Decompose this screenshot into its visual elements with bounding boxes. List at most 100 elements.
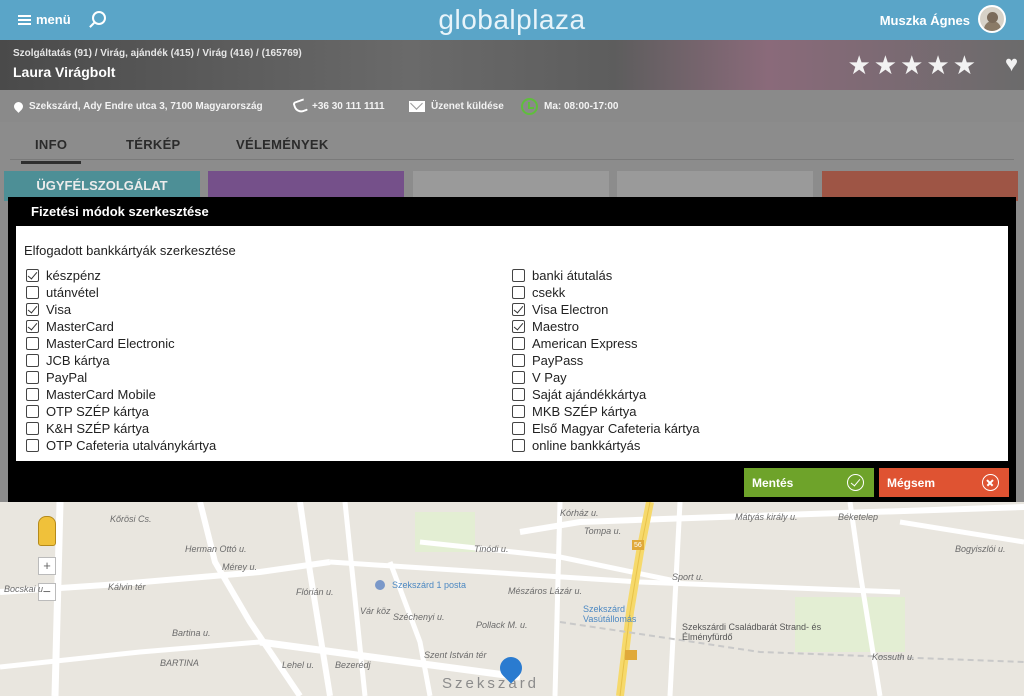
payment-option-label: MasterCard (46, 319, 114, 334)
payment-option[interactable]: MasterCard (26, 318, 114, 335)
payment-option-label: készpénz (46, 268, 101, 283)
star-icon[interactable]: ★ (900, 52, 923, 78)
checkbox-unchecked[interactable] (512, 405, 525, 418)
phone-text: +36 30 111 1111 (312, 100, 385, 112)
payment-option[interactable]: Első Magyar Cafeteria kártya (512, 420, 700, 437)
map-label: Mészáros Lázár u. (508, 586, 583, 596)
payment-option[interactable]: Visa Electron (512, 301, 608, 318)
user-name[interactable]: Muszka Ágnes (880, 13, 970, 28)
payment-option-label: Visa (46, 302, 72, 317)
map-label: Lehel u. (282, 660, 315, 670)
payment-option[interactable]: OTP Cafeteria utalványkártya (26, 437, 216, 454)
modal-body: Elfogadott bankkártyák szerkesztése kész… (16, 226, 1008, 461)
payment-option[interactable]: OTP SZÉP kártya (26, 403, 149, 420)
cancel-label: Mégsem (887, 475, 936, 490)
checkbox-unchecked[interactable] (26, 439, 39, 452)
payment-option[interactable]: utánvétel (26, 284, 99, 301)
checkbox-unchecked[interactable] (26, 371, 39, 384)
section-label: Elfogadott bankkártyák szerkesztése (24, 243, 236, 258)
checkbox-unchecked[interactable] (26, 405, 39, 418)
map-label: BARTINA (160, 658, 199, 668)
payment-option[interactable]: PayPass (512, 352, 583, 369)
star-icon[interactable]: ★ (953, 52, 976, 78)
brand-logo[interactable]: globalplaza (0, 4, 1024, 36)
checkbox-unchecked[interactable] (26, 422, 39, 435)
phone-item[interactable]: +36 30 111 1111 (292, 90, 385, 122)
payment-option[interactable]: banki átutalás (512, 267, 612, 284)
payment-option-label: Első Magyar Cafeteria kártya (532, 421, 700, 436)
checkbox-unchecked[interactable] (512, 337, 525, 350)
checkbox-checked[interactable] (512, 320, 525, 333)
tab-reviews[interactable]: VÉLEMÉNYEK (236, 137, 329, 152)
map-label: Szent István tér (424, 650, 487, 660)
save-button[interactable]: Mentés (744, 468, 874, 497)
rating-stars[interactable]: ★ ★ ★ ★ ★ (847, 52, 976, 78)
post-office-label[interactable]: Szekszárd 1 posta (392, 580, 466, 590)
payment-option[interactable]: K&H SZÉP kártya (26, 420, 149, 437)
payment-option-label: K&H SZÉP kártya (46, 421, 150, 436)
mail-icon (409, 100, 425, 112)
payment-option[interactable]: V Pay (512, 369, 567, 386)
checkbox-unchecked[interactable] (26, 337, 39, 350)
spa-label[interactable]: Szekszárdi Családbarát Strand- és Élmény… (682, 622, 832, 642)
payment-option[interactable]: online bankkártyás (512, 437, 640, 454)
payment-option[interactable]: MasterCard Electronic (26, 335, 175, 352)
avatar[interactable] (978, 5, 1006, 33)
checkbox-unchecked[interactable] (512, 439, 525, 452)
map-label: Mátyás király u. (735, 512, 798, 522)
breadcrumb[interactable]: Szolgáltatás (91) / Virág, ajándék (415)… (13, 48, 302, 59)
payment-option-label: OTP SZÉP kártya (46, 404, 149, 419)
checkbox-checked[interactable] (512, 303, 525, 316)
map-label: Vár köz (360, 606, 391, 616)
payment-methods-modal: Fizetési módok szerkesztése Elfogadott b… (8, 197, 1016, 502)
payment-option[interactable]: American Express (512, 335, 637, 352)
hours-item: Ma: 08:00-17:00 (521, 90, 618, 122)
payment-option[interactable]: csekk (512, 284, 565, 301)
checkbox-unchecked[interactable] (512, 354, 525, 367)
street-view-pegman-icon[interactable] (38, 516, 56, 546)
checkbox-unchecked[interactable] (512, 286, 525, 299)
payment-option-label: MasterCard Electronic (46, 336, 175, 351)
heart-icon[interactable]: ♥ (1005, 53, 1018, 75)
checkbox-unchecked[interactable] (26, 286, 39, 299)
payment-option-label: Saját ajándékkártya (532, 387, 647, 402)
payment-option-label: JCB kártya (46, 353, 110, 368)
phone-icon (292, 97, 308, 115)
map[interactable]: + − Kőrösi Cs. Herman Ottó u. Mérey u. K… (0, 502, 1024, 696)
zoom-in-button[interactable]: + (38, 557, 56, 575)
star-icon[interactable]: ★ (874, 52, 897, 78)
checkbox-unchecked[interactable] (512, 422, 525, 435)
payment-option-label: Maestro (532, 319, 579, 334)
map-label: Kossuth u. (872, 652, 915, 662)
cancel-button[interactable]: Mégsem (879, 468, 1009, 497)
star-icon[interactable]: ★ (847, 52, 870, 78)
checkbox-unchecked[interactable] (26, 354, 39, 367)
checkbox-unchecked[interactable] (512, 388, 525, 401)
payment-option[interactable]: PayPal (26, 369, 87, 386)
map-label: Kőrösi Cs. (110, 514, 152, 524)
checkbox-unchecked[interactable] (512, 269, 525, 282)
payment-option[interactable]: Saját ajándékkártya (512, 386, 646, 403)
payment-option-label: PayPass (532, 353, 584, 368)
checkbox-checked[interactable] (26, 320, 39, 333)
tab-map[interactable]: TÉRKÉP (126, 137, 181, 152)
checkbox-checked[interactable] (26, 269, 39, 282)
star-icon[interactable]: ★ (926, 52, 949, 78)
tab-divider (10, 159, 1014, 160)
tab-info[interactable]: INFO (20, 137, 82, 164)
checkbox-unchecked[interactable] (26, 388, 39, 401)
map-label: Pollack M. u. (476, 620, 528, 630)
payment-option[interactable]: Maestro (512, 318, 579, 335)
payment-option[interactable]: MasterCard Mobile (26, 386, 156, 403)
shop-banner: Szolgáltatás (91) / Virág, ajándék (415)… (0, 40, 1024, 90)
checkbox-unchecked[interactable] (512, 371, 525, 384)
payment-option[interactable]: Visa (26, 301, 71, 318)
map-label: Bezerédj (335, 660, 371, 670)
checkbox-checked[interactable] (26, 303, 39, 316)
payment-option[interactable]: JCB kártya (26, 352, 110, 369)
message-item[interactable]: Üzenet küldése (409, 90, 504, 122)
train-station-label[interactable]: Szekszárd Vasútállomás (583, 604, 653, 624)
payment-option[interactable]: készpénz (26, 267, 101, 284)
payment-option[interactable]: MKB SZÉP kártya (512, 403, 637, 420)
map-label: Bartina u. (172, 628, 211, 638)
